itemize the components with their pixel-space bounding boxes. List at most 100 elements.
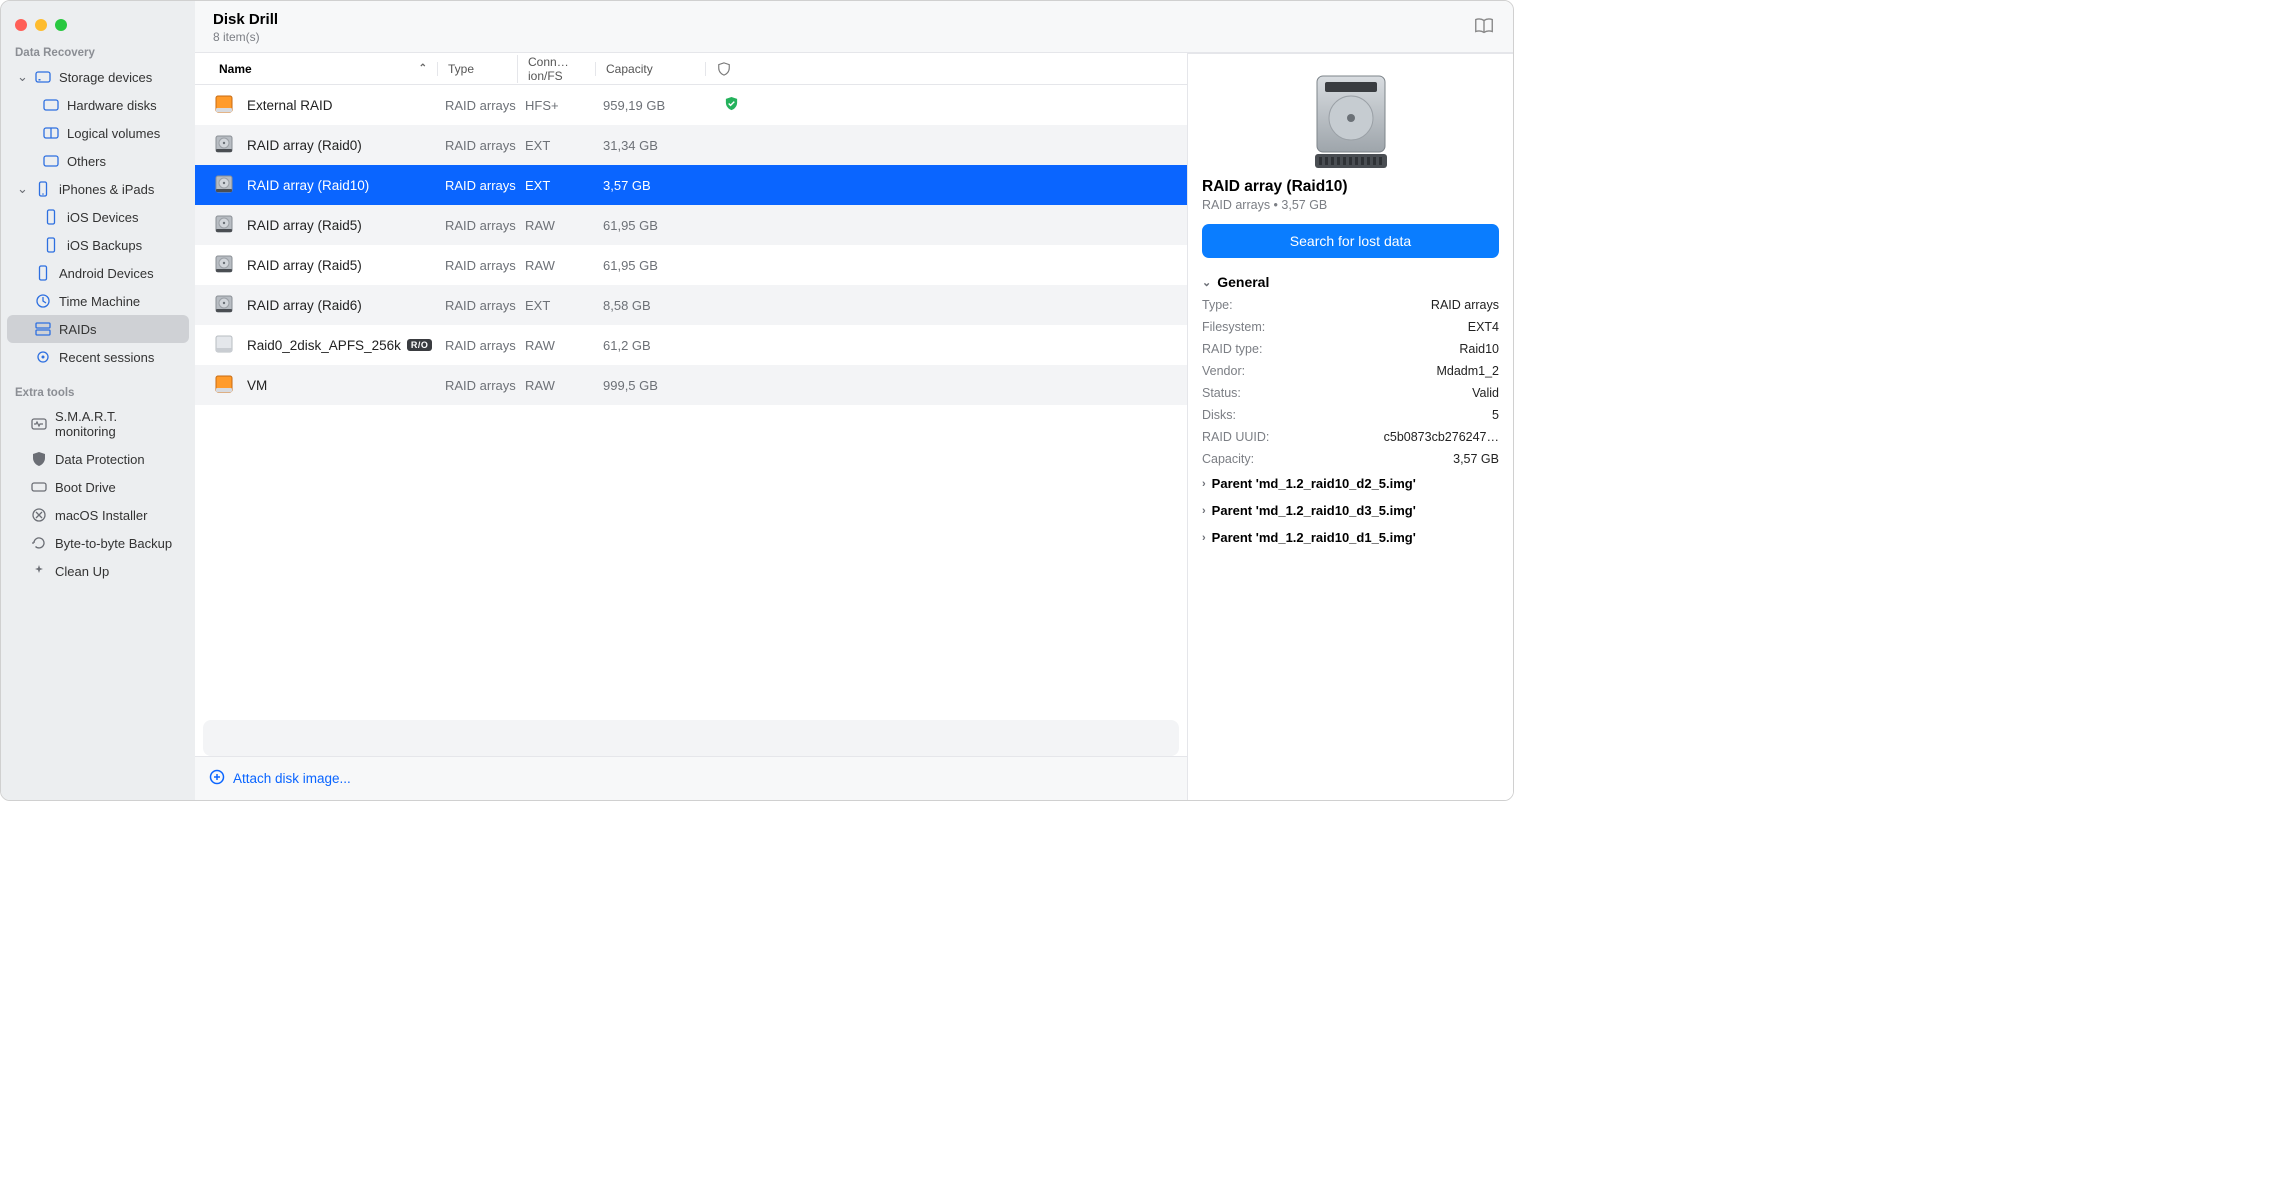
cell-name: RAID array (Raid6)	[247, 298, 445, 313]
parent-group-header[interactable]: ›Parent 'md_1.2_raid10_d1_5.img'	[1202, 524, 1499, 551]
sidebar-item-label: Storage devices	[59, 70, 152, 85]
kv-value: 5	[1492, 408, 1499, 422]
app-title: Disk Drill	[213, 11, 278, 28]
cell-capacity: 61,2 GB	[603, 338, 713, 353]
sidebar-item-label: Clean Up	[55, 564, 109, 579]
cell-type: RAID arrays	[445, 298, 525, 313]
sidebar-item-others[interactable]: Others	[7, 147, 189, 175]
cell-capacity: 959,19 GB	[603, 98, 713, 113]
cell-type: RAID arrays	[445, 258, 525, 273]
cell-name: External RAID	[247, 98, 445, 113]
cell-name: VM	[247, 378, 445, 393]
general-group-header[interactable]: ⌄ General	[1202, 270, 1499, 294]
phone-icon	[43, 237, 59, 253]
sidebar-item-logical-volumes[interactable]: Logical volumes	[7, 119, 189, 147]
kv-key: RAID type:	[1202, 342, 1262, 356]
sidebar-item-label: macOS Installer	[55, 508, 147, 523]
sidebar-item-label: Time Machine	[59, 294, 140, 309]
disk-icon	[43, 153, 59, 169]
sidebar-item-label: Boot Drive	[55, 480, 116, 495]
attach-disk-image-link[interactable]: Attach disk image...	[195, 756, 1187, 800]
chevron-down-icon: ⌄	[17, 181, 27, 197]
sidebar-item-android[interactable]: Android Devices	[7, 259, 189, 287]
sidebar-item-label: iOS Backups	[67, 238, 142, 253]
table-row[interactable]: RAID array (Raid0) RAID arrays EXT 31,34…	[195, 125, 1187, 165]
sidebar-item-data-protection[interactable]: Data Protection	[7, 445, 189, 473]
table-row[interactable]: External RAID RAID arrays HFS+ 959,19 GB	[195, 85, 1187, 125]
sidebar-item-label: RAIDs	[59, 322, 97, 337]
chevron-down-icon: ⌄	[17, 69, 27, 85]
close-window-button[interactable]	[15, 19, 27, 31]
cell-connection: EXT	[525, 178, 603, 193]
kv-key: RAID UUID:	[1202, 430, 1269, 444]
cell-connection: RAW	[525, 338, 603, 353]
cell-type: RAID arrays	[445, 378, 525, 393]
heartbeat-icon	[31, 416, 47, 432]
disk-icon	[35, 69, 51, 85]
cell-capacity: 999,5 GB	[603, 378, 713, 393]
column-header-capacity[interactable]: Capacity	[595, 62, 705, 76]
sidebar-item-iphones-ipads[interactable]: ⌄ iPhones & iPads	[7, 175, 189, 203]
cell-connection: RAW	[525, 378, 603, 393]
kv-key: Vendor:	[1202, 364, 1245, 378]
sidebar-item-byte-backup[interactable]: Byte-to-byte Backup	[7, 529, 189, 557]
cell-connection: HFS+	[525, 98, 603, 113]
sidebar-item-boot-drive[interactable]: Boot Drive	[7, 473, 189, 501]
chevron-down-icon: ⌄	[1202, 276, 1211, 289]
sidebar-item-hardware-disks[interactable]: Hardware disks	[7, 91, 189, 119]
disk-icon	[43, 97, 59, 113]
cell-capacity: 61,95 GB	[603, 258, 713, 273]
sidebar-item-macos-installer[interactable]: macOS Installer	[7, 501, 189, 529]
sidebar-item-label: Logical volumes	[67, 126, 160, 141]
disk-icon	[213, 133, 237, 158]
table-row[interactable]: VM RAID arrays RAW 999,5 GB	[195, 365, 1187, 405]
kv-key: Capacity:	[1202, 452, 1254, 466]
sidebar: Data Recovery ⌄ Storage devices Hardware…	[1, 1, 195, 800]
sidebar-item-ios-backups[interactable]: iOS Backups	[7, 231, 189, 259]
sidebar-item-clean-up[interactable]: Clean Up	[7, 557, 189, 585]
table-row[interactable]: RAID array (Raid10) RAID arrays EXT 3,57…	[195, 165, 1187, 205]
disk-icon	[213, 173, 237, 198]
cell-name: Raid0_2disk_APFS_256kR/O	[247, 338, 445, 353]
disk-icon	[213, 293, 237, 318]
column-header-type[interactable]: Type	[437, 62, 517, 76]
sidebar-item-storage-devices[interactable]: ⌄ Storage devices	[7, 63, 189, 91]
cell-capacity: 61,95 GB	[603, 218, 713, 233]
raid-icon	[35, 321, 51, 337]
window-controls	[1, 13, 195, 41]
search-lost-data-button[interactable]: Search for lost data	[1202, 224, 1499, 258]
cell-capacity: 3,57 GB	[603, 178, 713, 193]
phone-icon	[35, 265, 51, 281]
table-row[interactable]: RAID array (Raid5) RAID arrays RAW 61,95…	[195, 205, 1187, 245]
minimize-window-button[interactable]	[35, 19, 47, 31]
table-row[interactable]: Raid0_2disk_APFS_256kR/O RAID arrays RAW…	[195, 325, 1187, 365]
kv-value: Mdadm1_2	[1436, 364, 1499, 378]
table-body: External RAID RAID arrays HFS+ 959,19 GB…	[195, 85, 1187, 712]
gear-icon	[35, 349, 51, 365]
table-header: Name ⌃ Type Conn…ion/FS Capacity	[195, 53, 1187, 85]
zoom-window-button[interactable]	[55, 19, 67, 31]
parent-group-header[interactable]: ›Parent 'md_1.2_raid10_d3_5.img'	[1202, 497, 1499, 524]
cell-connection: RAW	[525, 258, 603, 273]
phone-icon	[35, 181, 51, 197]
cell-type: RAID arrays	[445, 138, 525, 153]
sidebar-item-smart[interactable]: S.M.A.R.T. monitoring	[7, 403, 189, 445]
sidebar-item-ios-devices[interactable]: iOS Devices	[7, 203, 189, 231]
sidebar-item-time-machine[interactable]: Time Machine	[7, 287, 189, 315]
book-icon[interactable]	[1473, 15, 1495, 40]
kv-value: Raid10	[1459, 342, 1499, 356]
disk-icon	[31, 479, 47, 495]
sidebar-item-raids[interactable]: RAIDs	[7, 315, 189, 343]
cell-name: RAID array (Raid5)	[247, 258, 445, 273]
table-row[interactable]: RAID array (Raid6) RAID arrays EXT 8,58 …	[195, 285, 1187, 325]
column-header-name[interactable]: Name ⌃	[195, 62, 437, 76]
chevron-right-icon: ›	[1202, 505, 1206, 517]
shield-icon	[31, 451, 47, 467]
kv-key: Filesystem:	[1202, 320, 1265, 334]
table-row[interactable]: RAID array (Raid5) RAID arrays RAW 61,95…	[195, 245, 1187, 285]
column-header-shield[interactable]	[705, 62, 741, 76]
column-header-connection-fs[interactable]: Conn…ion/FS	[517, 55, 595, 83]
sidebar-item-recent-sessions[interactable]: Recent sessions	[7, 343, 189, 371]
parent-group-header[interactable]: ›Parent 'md_1.2_raid10_d2_5.img'	[1202, 470, 1499, 497]
kv-value: Valid	[1472, 386, 1499, 400]
